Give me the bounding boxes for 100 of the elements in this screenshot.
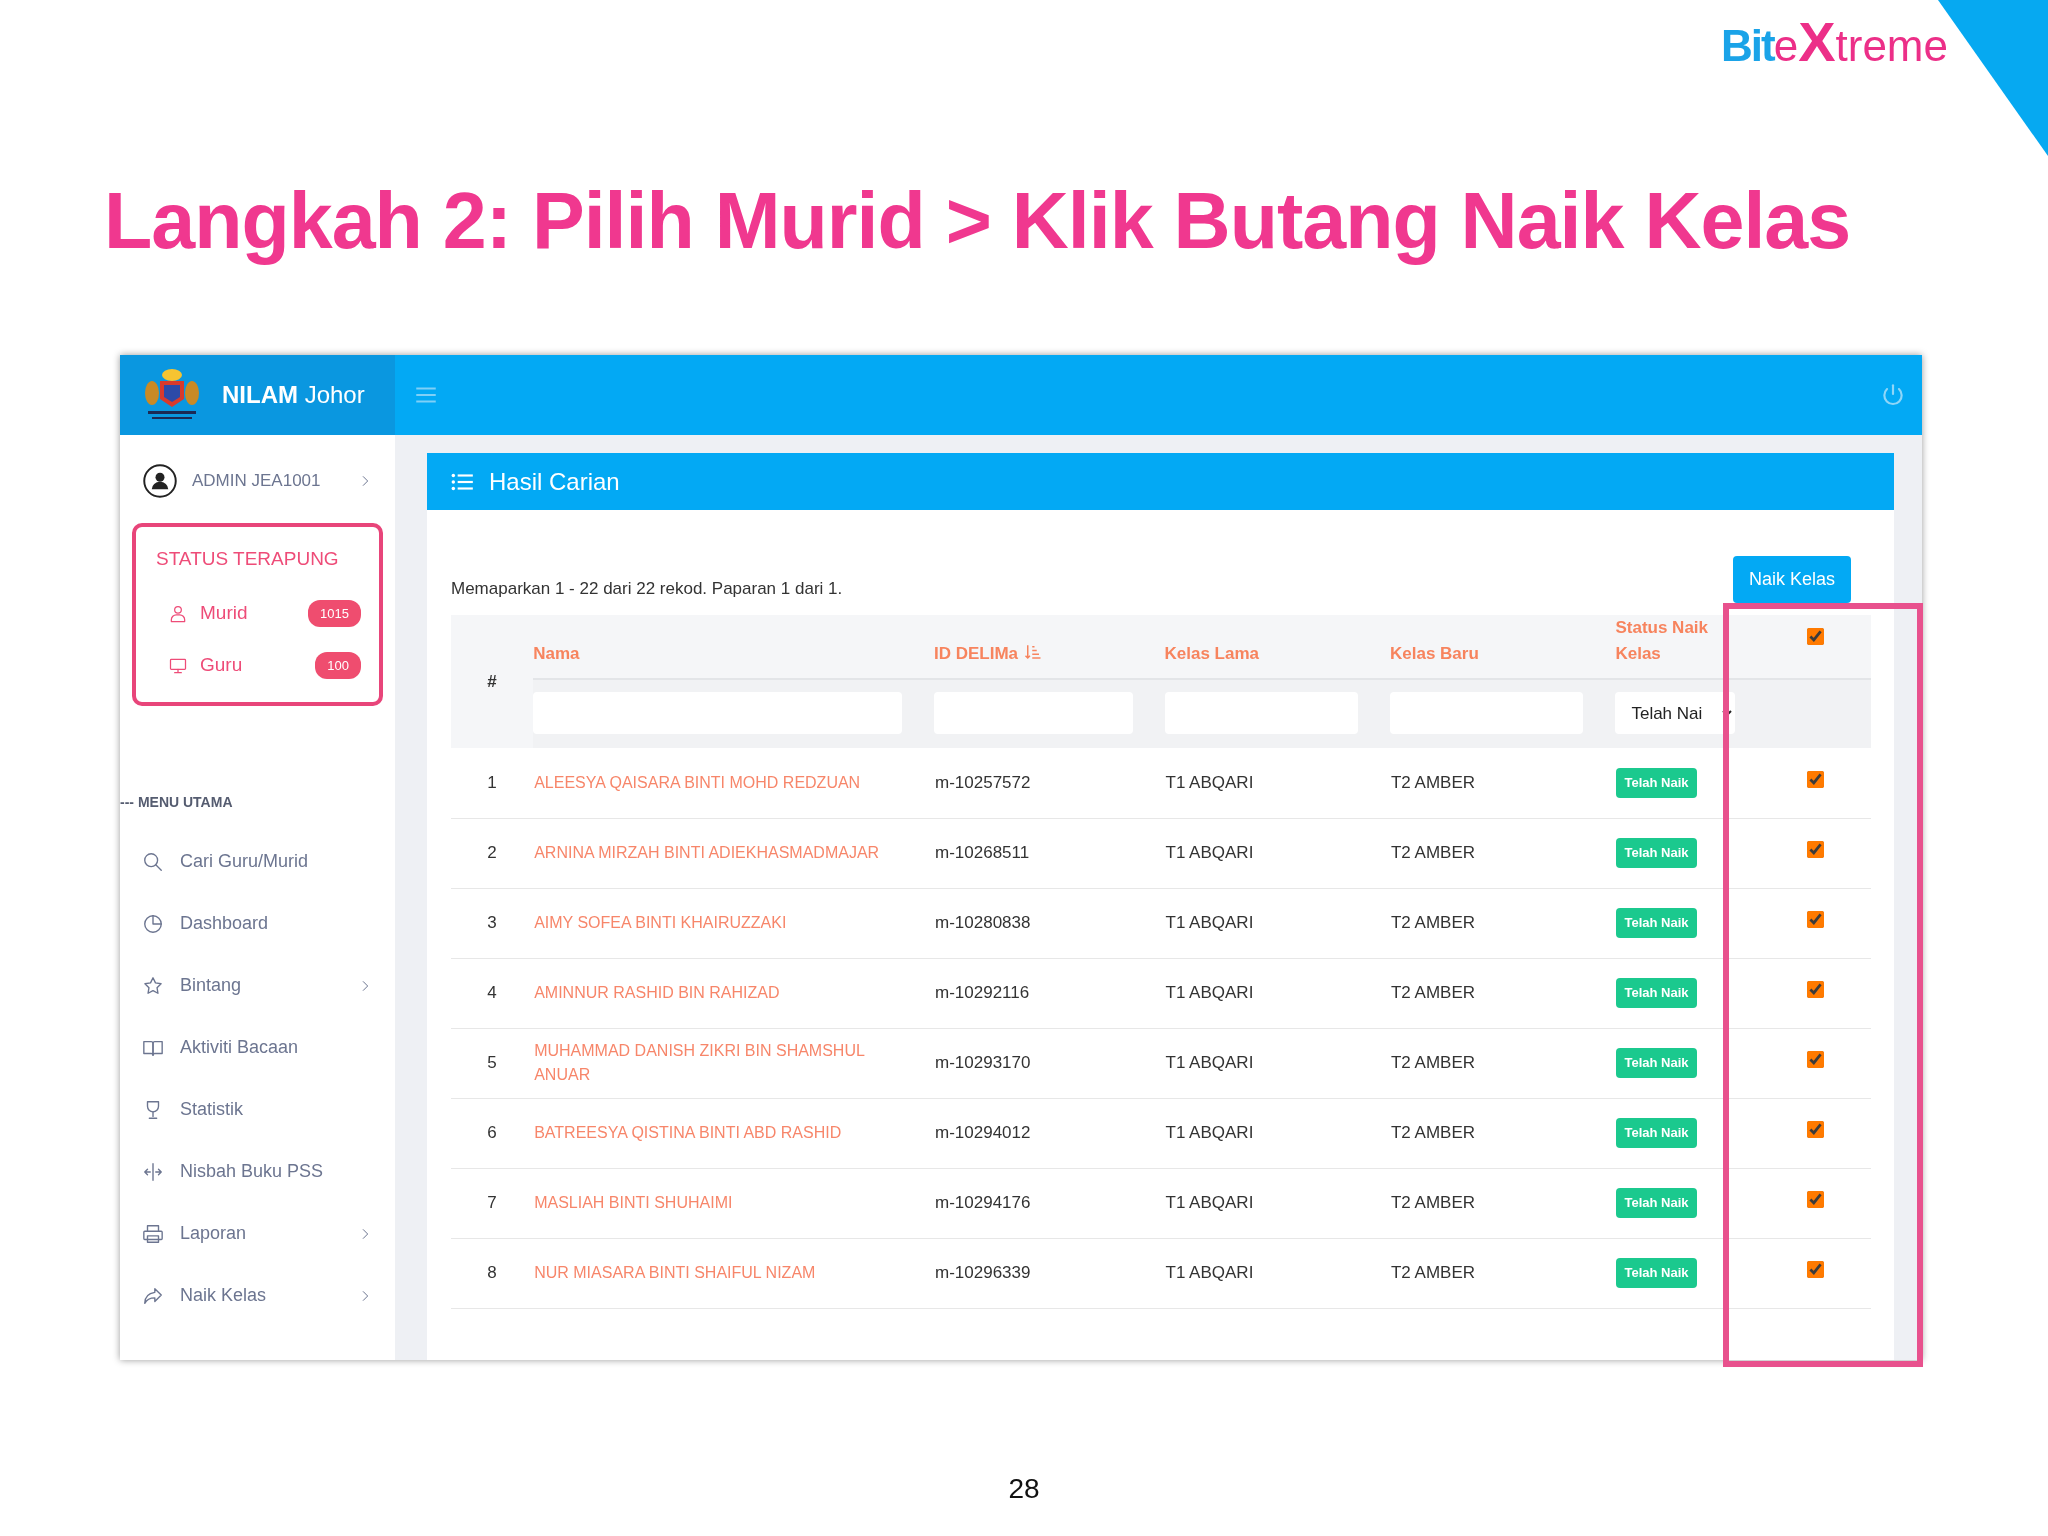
row-number: 5: [487, 1053, 497, 1073]
status-badge: Telah Naik: [1616, 768, 1697, 798]
table-cell: m-10257572: [935, 773, 1031, 792]
table-cell: T1 ABQARI: [1165, 843, 1254, 863]
row-checkbox[interactable]: [1806, 841, 1824, 859]
item-label: Naik Kelas: [180, 1284, 267, 1307]
row-checkbox[interactable]: [1806, 1051, 1824, 1069]
user-menu-item[interactable]: ADMIN JEA1001: [120, 435, 395, 523]
item-label: Statistik: [180, 1098, 244, 1121]
table-cell: T2 AMBER: [1390, 983, 1476, 1003]
column-header: Status Naik Kelas: [1615, 615, 1741, 679]
sidebar-item[interactable]: Dashboard: [120, 892, 395, 955]
table-cell: T2 AMBER: [1390, 843, 1476, 863]
table-cell: T1 ABQARI: [1165, 1053, 1254, 1073]
table-cell: T1 ABQARI: [1165, 913, 1254, 933]
column-header: Kelas Baru: [1389, 615, 1616, 679]
status-badge: Telah Naik: [1616, 1048, 1697, 1078]
row-number: 2: [487, 843, 497, 863]
status-badge: Telah Naik: [1616, 978, 1697, 1008]
item-label: Laporan: [180, 1222, 247, 1245]
student-name-link[interactable]: AMINNUR RASHID BIN RAHIZAD: [534, 981, 922, 1005]
student-name-link[interactable]: MUHAMMAD DANISH ZIKRI BIN SHAMSHUL ANUAR: [534, 1039, 922, 1087]
item-label: Nisbah Buku PSS: [180, 1160, 324, 1183]
student-name-link[interactable]: MASLIAH BINTI SHUHAIMI: [534, 1191, 922, 1215]
person-icon: [168, 603, 188, 624]
table-cell: T2 AMBER: [1390, 913, 1476, 933]
student-name-link[interactable]: AIMY SOFEA BINTI KHAIRUZZAKI: [534, 911, 922, 935]
status-item[interactable]: Murid 1015: [156, 587, 361, 640]
column-header: ID DELIMa: [934, 615, 1165, 679]
row-number: 8: [487, 1263, 497, 1283]
menu-heading: --- MENU UTAMA: [120, 792, 234, 812]
slide-title: Langkah 2: Pilih Murid > Klik Butang Naik Kelas: [104, 175, 1851, 267]
split-arrows-icon: [142, 1160, 164, 1183]
brand-name: NILAM Johor: [222, 380, 365, 410]
student-name-link[interactable]: ALEESYA QAISARA BINTI MOHD REDZUAN: [534, 770, 922, 795]
row-number: 1: [487, 773, 497, 792]
student-name-link[interactable]: NUR MIASARA BINTI SHAIFUL NIZAM: [534, 1261, 922, 1285]
table-cell: T1 ABQARI: [1165, 1193, 1254, 1213]
printer-icon: [142, 1222, 164, 1245]
row-number: 6: [487, 1123, 497, 1143]
status-badge: Telah Naik: [1616, 908, 1697, 938]
column-header: #: [451, 615, 534, 748]
sidebar-item[interactable]: Laporan: [120, 1202, 395, 1265]
item-label: Guru: [200, 653, 243, 678]
sidebar-item[interactable]: Nisbah Buku PSS: [120, 1140, 395, 1203]
table-cell: T2 AMBER: [1390, 1193, 1476, 1213]
row-checkbox[interactable]: [1806, 981, 1824, 999]
table-cell: m-10280838: [935, 913, 1031, 933]
table-cell: T1 ABQARI: [1165, 1123, 1254, 1143]
student-name-link[interactable]: BATREESYA QISTINA BINTI ABD RASHID: [534, 1121, 922, 1145]
row-number: 4: [487, 983, 497, 1003]
column-header: Kelas Lama: [1164, 615, 1390, 679]
item-label: Bintang: [180, 974, 242, 997]
status-badge: Telah Naik: [1616, 1188, 1697, 1218]
table-cell: m-10268511: [935, 843, 1030, 863]
panel-title: STATUS TERAPUNG: [156, 547, 340, 571]
column-header: Nama: [533, 615, 934, 679]
table-cell: T2 AMBER: [1390, 773, 1476, 792]
search-icon: [142, 850, 164, 873]
sidebar-item[interactable]: Bintang: [120, 954, 395, 1017]
star-icon: [142, 974, 164, 997]
sidebar-item[interactable]: Statistik: [120, 1078, 395, 1141]
status-badge: Telah Naik: [1616, 1118, 1697, 1148]
table-cell: m-10294176: [935, 1193, 1031, 1213]
user-avatar-icon: [142, 463, 178, 499]
status-dropdown[interactable]: Telah Nai: [1615, 692, 1736, 734]
user-name: ADMIN JEA1001: [192, 470, 321, 493]
table-cell: T2 AMBER: [1390, 1053, 1476, 1073]
row-number: 3: [487, 913, 497, 933]
table-cell: m-10296339: [935, 1263, 1031, 1283]
table-cell: T2 AMBER: [1390, 1123, 1476, 1143]
row-checkbox[interactable]: [1806, 771, 1824, 788]
naik-kelas-button[interactable]: Naik Kelas: [1732, 556, 1851, 603]
status-badge: Telah Naik: [1616, 838, 1697, 868]
count-pill: 100: [315, 651, 361, 680]
status-badge: Telah Naik: [1616, 1258, 1697, 1288]
table-cell: T1 ABQARI: [1165, 1263, 1254, 1283]
row-checkbox[interactable]: [1806, 1191, 1824, 1209]
row-number: 7: [487, 1193, 497, 1213]
item-label: Aktiviti Bacaan: [180, 1036, 299, 1059]
item-label: Cari Guru/Murid: [180, 850, 309, 873]
count-pill: 1015: [308, 599, 361, 628]
sidebar-item[interactable]: Naik Kelas: [120, 1264, 395, 1327]
page-number: 28: [1007, 1472, 1041, 1506]
select-all-checkbox[interactable]: [1807, 628, 1825, 645]
row-checkbox[interactable]: [1806, 1121, 1824, 1139]
table-cell: m-10294012: [935, 1123, 1031, 1143]
table-cell: T2 AMBER: [1390, 1263, 1476, 1283]
record-summary: Memaparkan 1 - 22 dari 22 rekod. Paparan 1 dari 1.: [451, 577, 843, 600]
student-name-link[interactable]: ARNINA MIRZAH BINTI ADIEKHASMADMAJAR: [534, 841, 922, 865]
row-checkbox[interactable]: [1806, 911, 1824, 929]
table-cell: T1 ABQARI: [1165, 773, 1254, 792]
table-cell: T1 ABQARI: [1165, 983, 1254, 1003]
item-label: Dashboard: [180, 912, 269, 935]
row-checkbox[interactable]: [1806, 1261, 1824, 1279]
brand-logo: BiteXtreme: [1721, 14, 1948, 70]
sidebar-item[interactable]: Cari Guru/Murid: [120, 830, 395, 893]
pie-chart-icon: [142, 912, 164, 935]
sidebar-item[interactable]: Aktiviti Bacaan: [120, 1016, 395, 1079]
status-item[interactable]: Guru 100: [156, 639, 361, 692]
